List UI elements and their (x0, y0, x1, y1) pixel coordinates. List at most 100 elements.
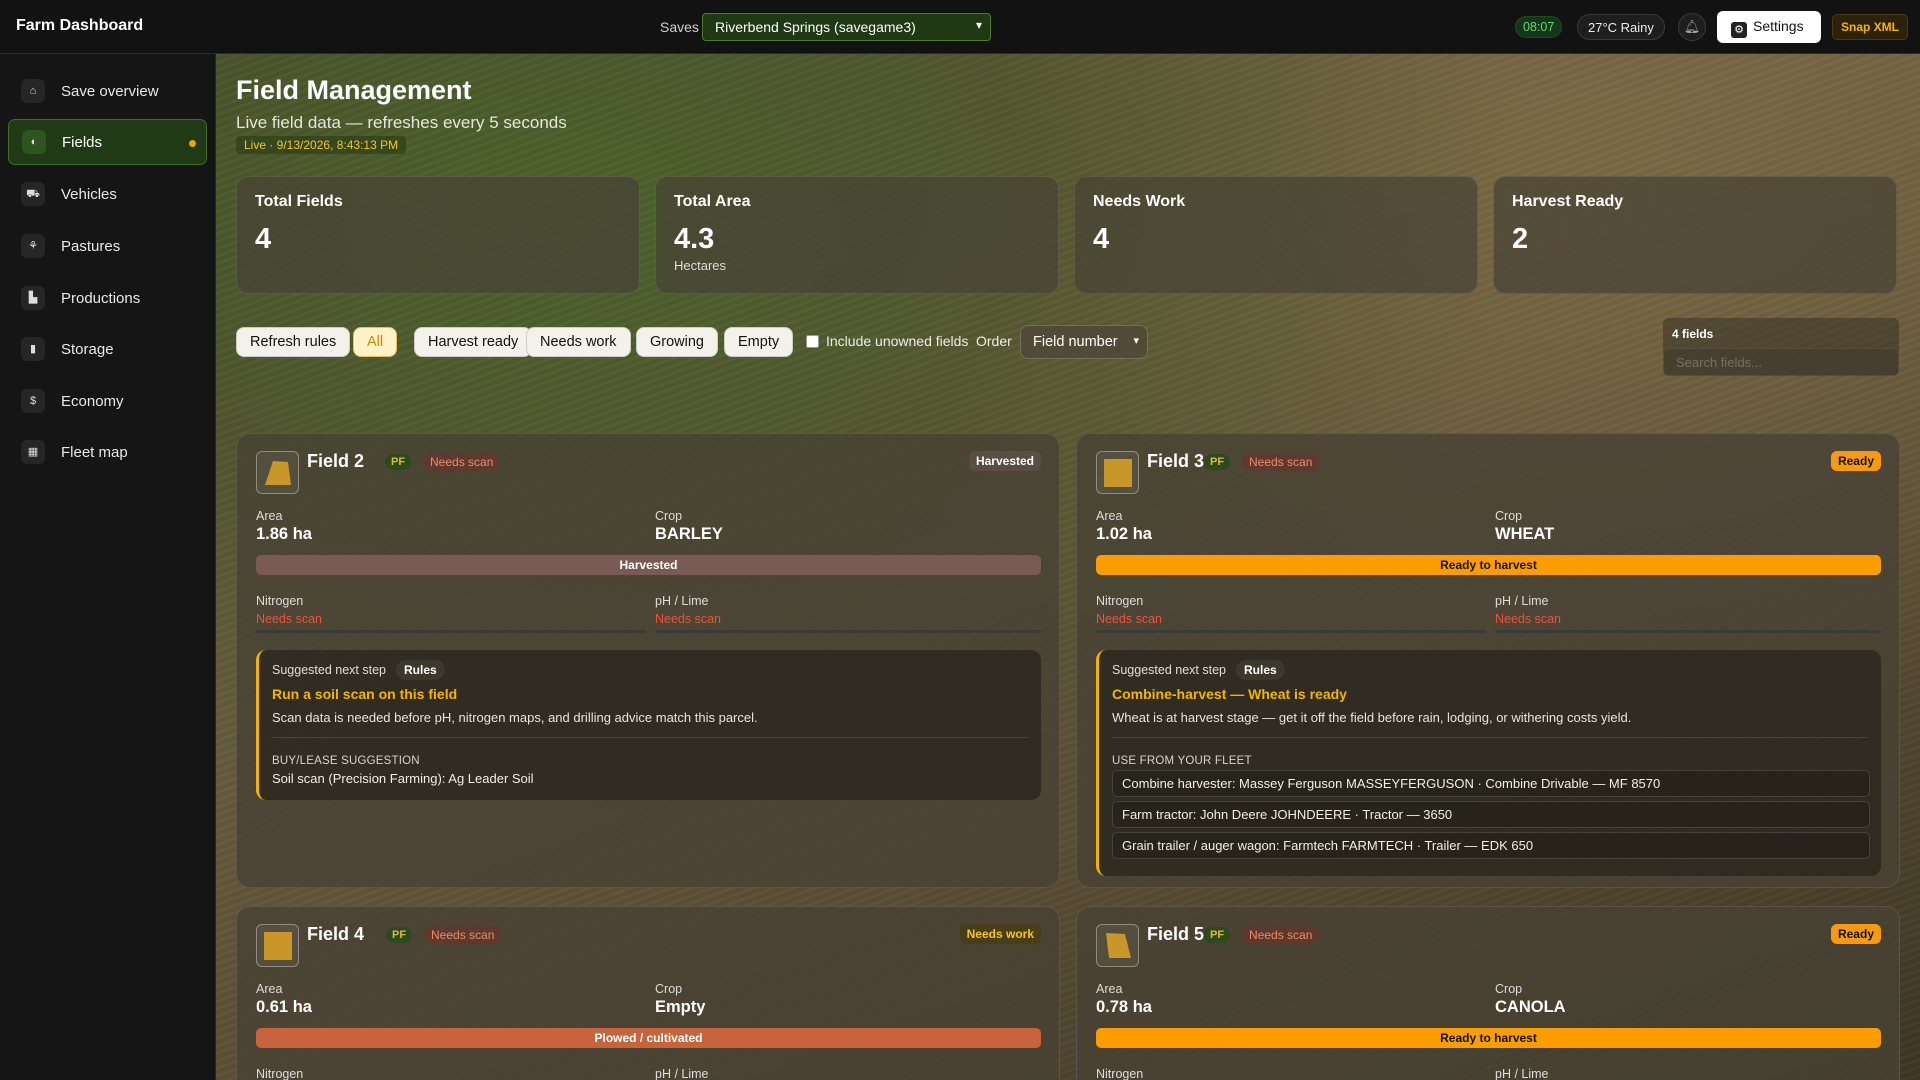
coins-icon: $ (21, 389, 45, 413)
crop-value: BARLEY (655, 525, 723, 543)
needs-scan-badge: Needs scan (1242, 453, 1320, 471)
stat-value: 4.3 (674, 223, 715, 255)
include-unowned-label: Include unowned fields (826, 333, 969, 349)
stat-value: 4 (255, 223, 272, 255)
nitrogen-bar (1096, 630, 1486, 633)
save-select[interactable]: Riverbend Springs (savegame3) ▾ (702, 13, 991, 41)
sidebar-item-storage[interactable]: ▮ Storage (8, 326, 207, 372)
settings-button[interactable]: ⚙ Settings (1717, 11, 1821, 43)
ph-value: Needs scan (655, 612, 722, 626)
advice-divider (1112, 737, 1868, 738)
weather-pill: 27°C Rainy (1577, 14, 1665, 40)
saves-label: Saves (660, 19, 699, 35)
crop-value: WHEAT (1495, 525, 1555, 543)
sidebar-item-fields[interactable]: ◐ Fields (8, 119, 207, 165)
include-unowned-checkbox[interactable] (806, 334, 819, 348)
nitrogen-label: Nitrogen (1096, 594, 1144, 608)
stat-label: Total Area (674, 193, 751, 210)
sidebar-item-vehicles[interactable]: ⛟ Vehicles (8, 171, 207, 217)
sidebar-item-label: Fields (62, 133, 103, 151)
filter-harvest-ready[interactable]: Harvest ready (414, 327, 533, 357)
page-title: Field Management (236, 75, 472, 105)
field-name: Field 3 (1147, 451, 1205, 471)
fleet-item-tractor[interactable]: Farm tractor: John Deere JOHNDEERE · Tra… (1112, 801, 1870, 828)
stat-total-fields: Total Fields 4 (236, 176, 640, 294)
sidebar-item-label: Fleet map (61, 443, 128, 461)
live-badge: Live · 9/13/2026, 8:43:13 PM (236, 136, 407, 154)
fleet-item-combine[interactable]: Combine harvester: Massey Ferguson MASSE… (1112, 770, 1870, 797)
field-name: Field 2 (307, 451, 365, 471)
field-name: Field 5 (1147, 924, 1205, 944)
area-label: Area (1096, 982, 1123, 996)
stat-label: Needs Work (1093, 193, 1186, 210)
area-value: 1.02 ha (1096, 525, 1152, 543)
pf-badge: PF (386, 927, 413, 943)
stat-unit: Hectares (674, 258, 727, 273)
field-icon: ◐ (22, 130, 46, 154)
sidebar: ⌂ Save overview ◐ Fields ⛟ Vehicles ⚘ Pa… (0, 54, 216, 1080)
search-input[interactable]: Search fields... (1663, 348, 1899, 376)
stat-harvest-ready: Harvest Ready 2 (1493, 176, 1897, 294)
filter-growing[interactable]: Growing (636, 327, 718, 357)
ph-value: Needs scan (1495, 612, 1562, 626)
field-card-5[interactable]: Field 5 PF Needs scan Ready Area 0.78 ha… (1076, 906, 1900, 1080)
area-value: 1.86 ha (256, 525, 312, 543)
crop-label: Crop (1495, 982, 1523, 996)
sidebar-item-label: Vehicles (61, 185, 117, 203)
sidebar-item-pastures[interactable]: ⚘ Pastures (8, 223, 207, 269)
area-value: 0.61 ha (256, 998, 312, 1016)
area-value: 0.78 ha (1096, 998, 1152, 1016)
active-dot (189, 140, 196, 147)
bell-icon[interactable]: 🔔︎ (1678, 13, 1706, 41)
sidebar-item-productions[interactable]: ▙ Productions (8, 275, 207, 321)
field-card-4[interactable]: Field 4 PF Needs scan Needs work Area 0.… (236, 906, 1060, 1080)
field-shape-icon (1096, 924, 1139, 967)
app-brand: Farm Dashboard (16, 17, 144, 34)
pf-badge: PF (385, 454, 412, 470)
needs-scan-badge: Needs scan (1242, 926, 1320, 944)
filter-needs-work[interactable]: Needs work (526, 327, 631, 357)
field-card-2[interactable]: Field 2 PF Needs scan Harvested Area 1.8… (236, 433, 1060, 888)
nitrogen-value: Needs scan (256, 612, 323, 626)
advice-subheading: BUY/LEASE SUGGESTION (272, 755, 420, 767)
rules-tag: Rules (396, 660, 445, 680)
status-badge: Ready (1830, 924, 1881, 944)
stat-needs-work: Needs Work 4 (1074, 176, 1478, 294)
field-count: 4 fields (1672, 327, 1714, 341)
field-shape-icon (256, 924, 299, 967)
crop-label: Crop (1495, 509, 1523, 523)
filter-empty[interactable]: Empty (724, 327, 794, 357)
snap-xml-button[interactable]: Snap XML (1832, 14, 1909, 40)
sidebar-item-save-overview[interactable]: ⌂ Save overview (8, 68, 207, 114)
nitrogen-label: Nitrogen (256, 1067, 304, 1080)
factory-icon: ▙ (21, 286, 45, 310)
filter-all[interactable]: All (353, 327, 398, 357)
sidebar-item-economy[interactable]: $ Economy (8, 378, 207, 424)
order-select[interactable]: Field number ▾ (1020, 325, 1148, 359)
stat-value: 4 (1093, 223, 1110, 255)
refresh-rules-button[interactable]: Refresh rules (236, 327, 351, 357)
growth-status-bar: Harvested (256, 555, 1041, 575)
advice-subheading: USE FROM YOUR FLEET (1112, 755, 1252, 767)
status-badge: Harvested (968, 451, 1041, 471)
advice-title: Combine-harvest — Wheat is ready (1112, 686, 1347, 702)
field-name: Field 4 (307, 924, 365, 944)
page-subtitle: Live field data — refreshes every 5 seco… (236, 113, 567, 132)
save-select-value: Riverbend Springs (savegame3) (715, 19, 916, 35)
order-label: Order (976, 333, 1012, 349)
sidebar-item-fleet-map[interactable]: ▦ Fleet map (8, 429, 207, 475)
field-card-3[interactable]: Field 3 PF Needs scan Ready Area 1.02 ha… (1076, 433, 1900, 888)
growth-status-bar: Plowed / cultivated (256, 1028, 1041, 1048)
map-icon: ▦ (21, 440, 45, 464)
include-unowned-toggle[interactable]: Include unowned fields (806, 333, 968, 349)
stat-label: Harvest Ready (1512, 193, 1624, 210)
nitrogen-bar (256, 630, 646, 633)
growth-status-bar: Ready to harvest (1096, 555, 1881, 575)
tractor-icon: ⛟ (21, 182, 45, 206)
chevron-down-icon: ▾ (975, 18, 982, 32)
pf-badge: PF (1204, 454, 1231, 470)
fleet-item-trailer[interactable]: Grain trailer / auger wagon: Farmtech FA… (1112, 832, 1870, 859)
advice-title: Run a soil scan on this field (272, 686, 458, 702)
sidebar-item-label: Economy (61, 392, 124, 410)
crop-label: Crop (655, 982, 683, 996)
